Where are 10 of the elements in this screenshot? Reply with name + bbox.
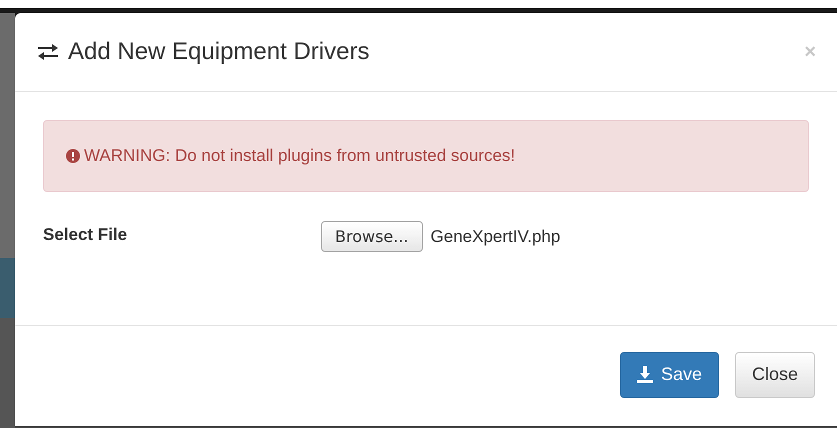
exclamation-icon	[66, 149, 80, 163]
file-name: GeneXpertIV.php	[430, 226, 560, 248]
close-button[interactable]: Close	[734, 352, 815, 398]
browse-button[interactable]: Browse...	[321, 221, 423, 252]
modal-title: Add New Equipment Drivers	[68, 37, 370, 67]
exchange-icon	[36, 43, 60, 61]
download-icon	[636, 366, 653, 383]
warning-text: WARNING: Do not install plugins from untrusted sources!	[84, 145, 516, 168]
field-label: Select File	[43, 224, 128, 246]
save-button[interactable]: Save	[620, 352, 719, 398]
